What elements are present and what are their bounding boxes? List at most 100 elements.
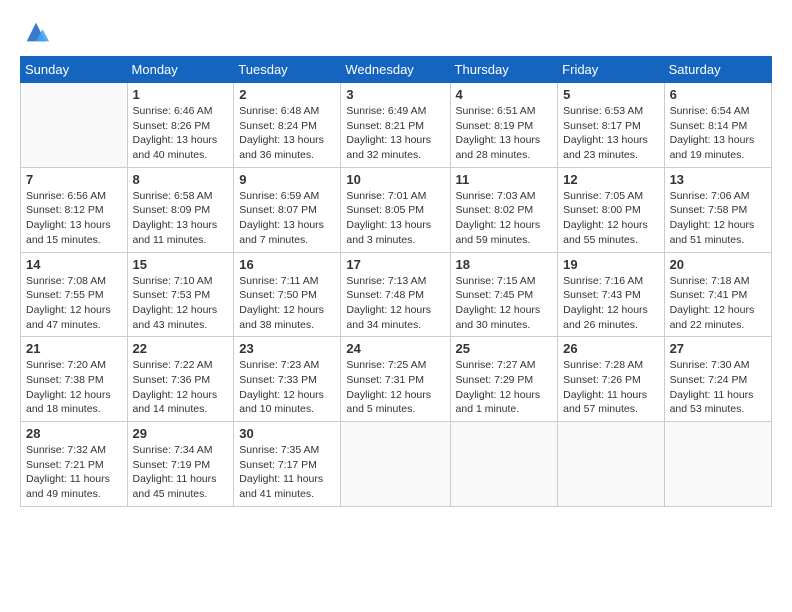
page: SundayMondayTuesdayWednesdayThursdayFrid… <box>0 0 792 612</box>
cell-info: Sunrise: 7:27 AMSunset: 7:29 PMDaylight:… <box>456 358 553 417</box>
calendar-cell: 7 Sunrise: 6:56 AMSunset: 8:12 PMDaylight… <box>21 167 128 252</box>
calendar-cell: 9 Sunrise: 6:59 AMSunset: 8:07 PMDaylight… <box>234 167 341 252</box>
cell-date: 23 <box>239 341 335 356</box>
calendar-header: SundayMondayTuesdayWednesdayThursdayFrid… <box>21 57 772 83</box>
day-header-monday: Monday <box>127 57 234 83</box>
calendar-cell <box>341 422 450 507</box>
week-row-5: 28 Sunrise: 7:32 AMSunset: 7:21 PMDayligh… <box>21 422 772 507</box>
calendar-cell: 13 Sunrise: 7:06 AMSunset: 7:58 PMDayligh… <box>664 167 771 252</box>
cell-info: Sunrise: 7:25 AMSunset: 7:31 PMDaylight:… <box>346 358 444 417</box>
cell-date: 28 <box>26 426 122 441</box>
calendar-cell: 25 Sunrise: 7:27 AMSunset: 7:29 PMDayligh… <box>450 337 558 422</box>
calendar-cell: 26Sunrise: 7:28 AMSunset: 7:26 PMDayligh… <box>558 337 664 422</box>
calendar-cell: 16 Sunrise: 7:11 AMSunset: 7:50 PMDayligh… <box>234 252 341 337</box>
calendar-cell: 24 Sunrise: 7:25 AMSunset: 7:31 PMDayligh… <box>341 337 450 422</box>
calendar-cell: 8 Sunrise: 6:58 AMSunset: 8:09 PMDaylight… <box>127 167 234 252</box>
day-header-thursday: Thursday <box>450 57 558 83</box>
cell-info: Sunrise: 7:13 AMSunset: 7:48 PMDaylight:… <box>346 274 444 333</box>
cell-info: Sunrise: 6:49 AMSunset: 8:21 PMDaylight:… <box>346 104 444 163</box>
calendar-cell: 30 Sunrise: 7:35 AMSunset: 7:17 PMDayligh… <box>234 422 341 507</box>
week-row-3: 14Sunrise: 7:08 AMSunset: 7:55 PMDayligh… <box>21 252 772 337</box>
cell-info: Sunrise: 7:18 AMSunset: 7:41 PMDaylight:… <box>670 274 766 333</box>
calendar-cell: 11 Sunrise: 7:03 AMSunset: 8:02 PMDayligh… <box>450 167 558 252</box>
cell-info: Sunrise: 6:56 AMSunset: 8:12 PMDaylight:… <box>26 189 122 248</box>
calendar-cell: 29 Sunrise: 7:34 AMSunset: 7:19 PMDayligh… <box>127 422 234 507</box>
cell-date: 1 <box>133 87 229 102</box>
cell-date: 5 <box>563 87 658 102</box>
cell-date: 4 <box>456 87 553 102</box>
cell-info: Sunrise: 7:34 AMSunset: 7:19 PMDaylight:… <box>133 443 229 502</box>
cell-info: Sunrise: 7:05 AMSunset: 8:00 PMDaylight:… <box>563 189 658 248</box>
calendar-cell: 10 Sunrise: 7:01 AMSunset: 8:05 PMDayligh… <box>341 167 450 252</box>
calendar-cell: 17 Sunrise: 7:13 AMSunset: 7:48 PMDayligh… <box>341 252 450 337</box>
cell-date: 11 <box>456 172 553 187</box>
cell-info: Sunrise: 7:35 AMSunset: 7:17 PMDaylight:… <box>239 443 335 502</box>
calendar-cell: 21 Sunrise: 7:20 AMSunset: 7:38 PMDayligh… <box>21 337 128 422</box>
calendar-cell: 5 Sunrise: 6:53 AMSunset: 8:17 PMDaylight… <box>558 83 664 168</box>
calendar-cell: 2 Sunrise: 6:48 AMSunset: 8:24 PMDaylight… <box>234 83 341 168</box>
calendar-cell: 27Sunrise: 7:30 AMSunset: 7:24 PMDayligh… <box>664 337 771 422</box>
calendar-cell: 1 Sunrise: 6:46 AMSunset: 8:26 PMDaylight… <box>127 83 234 168</box>
day-header-friday: Friday <box>558 57 664 83</box>
cell-date: 20 <box>670 257 766 272</box>
cell-info: Sunrise: 7:16 AMSunset: 7:43 PMDaylight:… <box>563 274 658 333</box>
cell-date: 30 <box>239 426 335 441</box>
cell-date: 2 <box>239 87 335 102</box>
cell-info: Sunrise: 7:11 AMSunset: 7:50 PMDaylight:… <box>239 274 335 333</box>
cell-date: 7 <box>26 172 122 187</box>
calendar-cell: 3 Sunrise: 6:49 AMSunset: 8:21 PMDaylight… <box>341 83 450 168</box>
week-row-4: 21 Sunrise: 7:20 AMSunset: 7:38 PMDayligh… <box>21 337 772 422</box>
calendar-cell: 6Sunrise: 6:54 AMSunset: 8:14 PMDaylight… <box>664 83 771 168</box>
week-row-1: 1 Sunrise: 6:46 AMSunset: 8:26 PMDaylight… <box>21 83 772 168</box>
calendar-cell: 23 Sunrise: 7:23 AMSunset: 7:33 PMDayligh… <box>234 337 341 422</box>
cell-date: 8 <box>133 172 229 187</box>
cell-info: Sunrise: 7:20 AMSunset: 7:38 PMDaylight:… <box>26 358 122 417</box>
cell-date: 27 <box>670 341 766 356</box>
cell-info: Sunrise: 6:54 AMSunset: 8:14 PMDaylight:… <box>670 104 766 163</box>
cell-date: 10 <box>346 172 444 187</box>
cell-info: Sunrise: 6:58 AMSunset: 8:09 PMDaylight:… <box>133 189 229 248</box>
cell-date: 19 <box>563 257 658 272</box>
cell-info: Sunrise: 6:51 AMSunset: 8:19 PMDaylight:… <box>456 104 553 163</box>
cell-date: 29 <box>133 426 229 441</box>
cell-date: 25 <box>456 341 553 356</box>
calendar-cell: 18Sunrise: 7:15 AMSunset: 7:45 PMDayligh… <box>450 252 558 337</box>
days-of-week-row: SundayMondayTuesdayWednesdayThursdayFrid… <box>21 57 772 83</box>
cell-date: 22 <box>133 341 229 356</box>
cell-date: 14 <box>26 257 122 272</box>
cell-info: Sunrise: 6:53 AMSunset: 8:17 PMDaylight:… <box>563 104 658 163</box>
cell-date: 16 <box>239 257 335 272</box>
cell-info: Sunrise: 7:06 AMSunset: 7:58 PMDaylight:… <box>670 189 766 248</box>
cell-info: Sunrise: 7:15 AMSunset: 7:45 PMDaylight:… <box>456 274 553 333</box>
cell-info: Sunrise: 6:48 AMSunset: 8:24 PMDaylight:… <box>239 104 335 163</box>
calendar-cell: 19 Sunrise: 7:16 AMSunset: 7:43 PMDayligh… <box>558 252 664 337</box>
logo <box>20 18 50 46</box>
cell-date: 3 <box>346 87 444 102</box>
calendar-cell: 12 Sunrise: 7:05 AMSunset: 8:00 PMDayligh… <box>558 167 664 252</box>
cell-date: 26 <box>563 341 658 356</box>
cell-info: Sunrise: 7:23 AMSunset: 7:33 PMDaylight:… <box>239 358 335 417</box>
cell-info: Sunrise: 6:59 AMSunset: 8:07 PMDaylight:… <box>239 189 335 248</box>
calendar-cell <box>664 422 771 507</box>
cell-info: Sunrise: 6:46 AMSunset: 8:26 PMDaylight:… <box>133 104 229 163</box>
cell-date: 24 <box>346 341 444 356</box>
logo-icon <box>22 18 50 46</box>
week-row-2: 7 Sunrise: 6:56 AMSunset: 8:12 PMDaylight… <box>21 167 772 252</box>
calendar: SundayMondayTuesdayWednesdayThursdayFrid… <box>20 56 772 507</box>
cell-date: 17 <box>346 257 444 272</box>
cell-info: Sunrise: 7:10 AMSunset: 7:53 PMDaylight:… <box>133 274 229 333</box>
cell-date: 21 <box>26 341 122 356</box>
calendar-cell <box>558 422 664 507</box>
day-header-wednesday: Wednesday <box>341 57 450 83</box>
calendar-cell: 15Sunrise: 7:10 AMSunset: 7:53 PMDayligh… <box>127 252 234 337</box>
cell-info: Sunrise: 7:01 AMSunset: 8:05 PMDaylight:… <box>346 189 444 248</box>
cell-info: Sunrise: 7:22 AMSunset: 7:36 PMDaylight:… <box>133 358 229 417</box>
day-header-saturday: Saturday <box>664 57 771 83</box>
cell-date: 13 <box>670 172 766 187</box>
cell-date: 12 <box>563 172 658 187</box>
calendar-cell: 4 Sunrise: 6:51 AMSunset: 8:19 PMDaylight… <box>450 83 558 168</box>
cell-date: 9 <box>239 172 335 187</box>
cell-info: Sunrise: 7:03 AMSunset: 8:02 PMDaylight:… <box>456 189 553 248</box>
cell-info: Sunrise: 7:32 AMSunset: 7:21 PMDaylight:… <box>26 443 122 502</box>
day-header-sunday: Sunday <box>21 57 128 83</box>
